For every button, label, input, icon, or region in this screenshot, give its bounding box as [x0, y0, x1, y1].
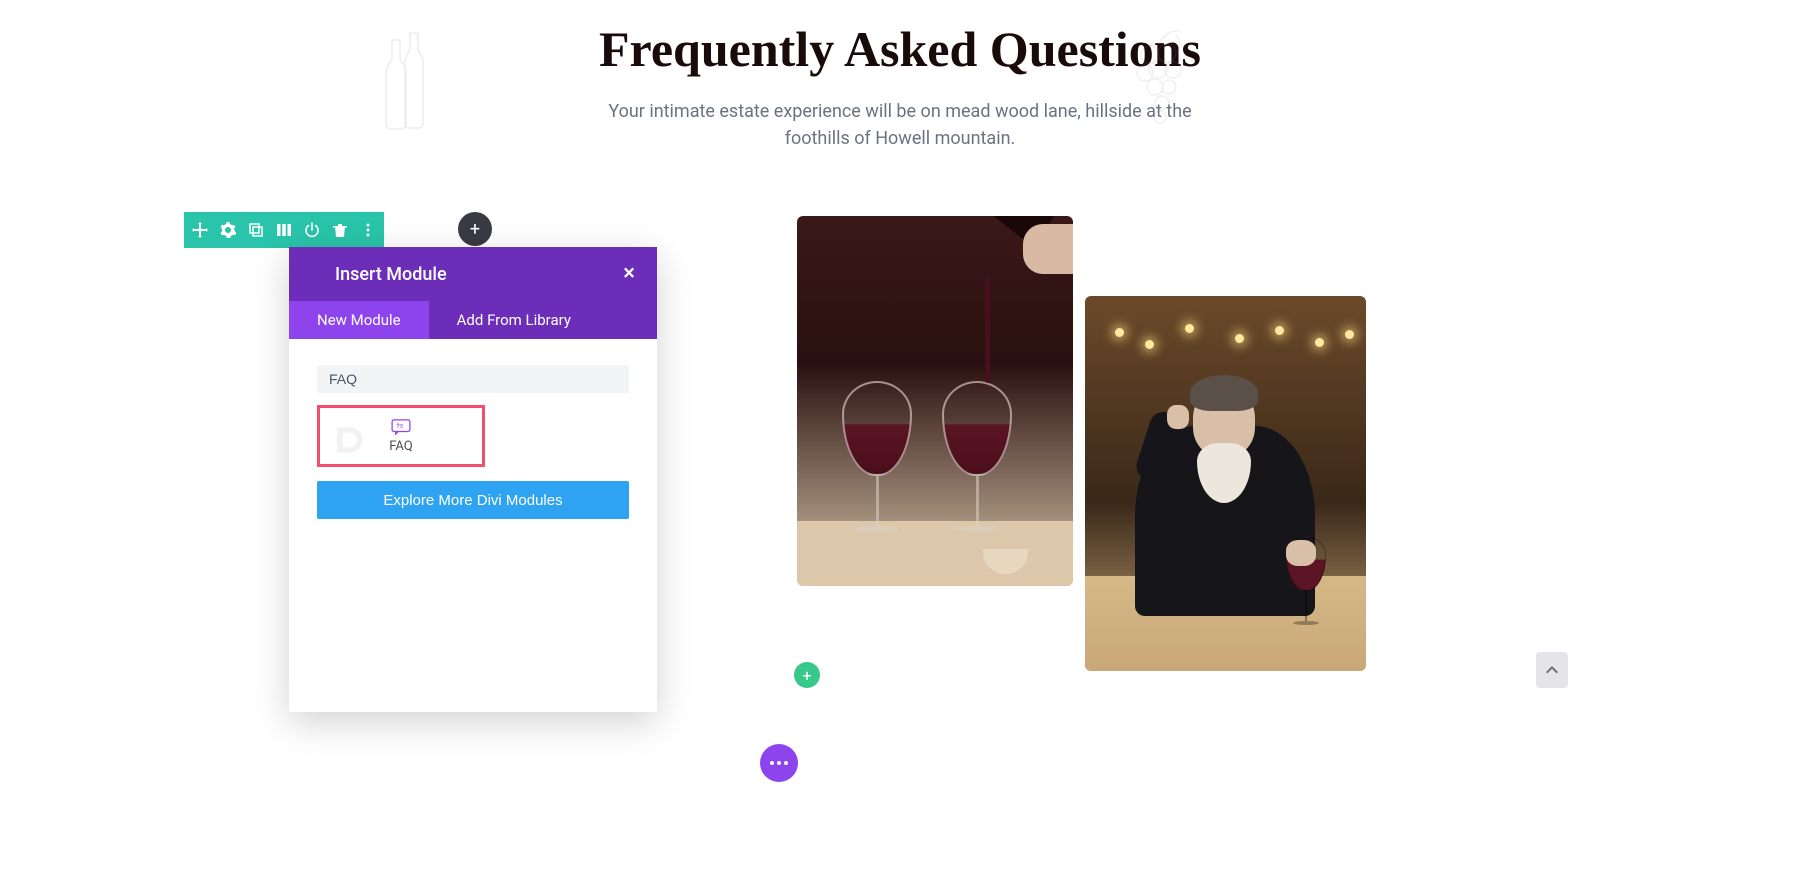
columns-icon[interactable]: [274, 220, 294, 240]
chevron-up-icon: [1544, 662, 1560, 678]
module-item-faq[interactable]: ?≡ FAQ: [317, 405, 485, 467]
grapes-decoration: [1125, 25, 1195, 135]
move-icon[interactable]: [190, 220, 210, 240]
modal-header: Insert Module ×: [289, 247, 657, 301]
more-icon[interactable]: [358, 220, 378, 240]
power-icon[interactable]: [302, 220, 322, 240]
duplicate-icon[interactable]: [246, 220, 266, 240]
faq-icon: ?≡: [391, 419, 411, 435]
tab-new-module[interactable]: New Module: [289, 301, 429, 339]
explore-modules-button[interactable]: Explore More Divi Modules: [317, 481, 629, 519]
page-subtitle: Your intimate estate experience will be …: [600, 98, 1200, 152]
module-search-input[interactable]: [317, 365, 629, 393]
divi-watermark-icon: [330, 422, 366, 458]
wine-bottles-decoration: [370, 25, 430, 135]
module-item-label: FAQ: [389, 439, 412, 454]
gear-icon[interactable]: [218, 220, 238, 240]
modal-tabs: New Module Add From Library: [289, 301, 657, 339]
insert-module-modal: Insert Module × New Module Add From Libr…: [289, 247, 657, 712]
wine-pouring-image: [797, 216, 1073, 586]
man-with-wine-image: [1085, 296, 1366, 671]
modal-title: Insert Module: [335, 264, 447, 285]
row-toolbar: [184, 212, 384, 248]
page-settings-fab[interactable]: [760, 744, 798, 782]
add-module-dark-button[interactable]: +: [458, 212, 492, 246]
svg-text:?≡: ?≡: [397, 421, 404, 429]
tab-add-from-library[interactable]: Add From Library: [429, 301, 599, 339]
add-section-button[interactable]: +: [794, 662, 820, 688]
scroll-to-top-button[interactable]: [1536, 652, 1568, 688]
close-icon[interactable]: ×: [623, 263, 635, 285]
trash-icon[interactable]: [330, 220, 350, 240]
page-title: Frequently Asked Questions: [0, 20, 1800, 78]
